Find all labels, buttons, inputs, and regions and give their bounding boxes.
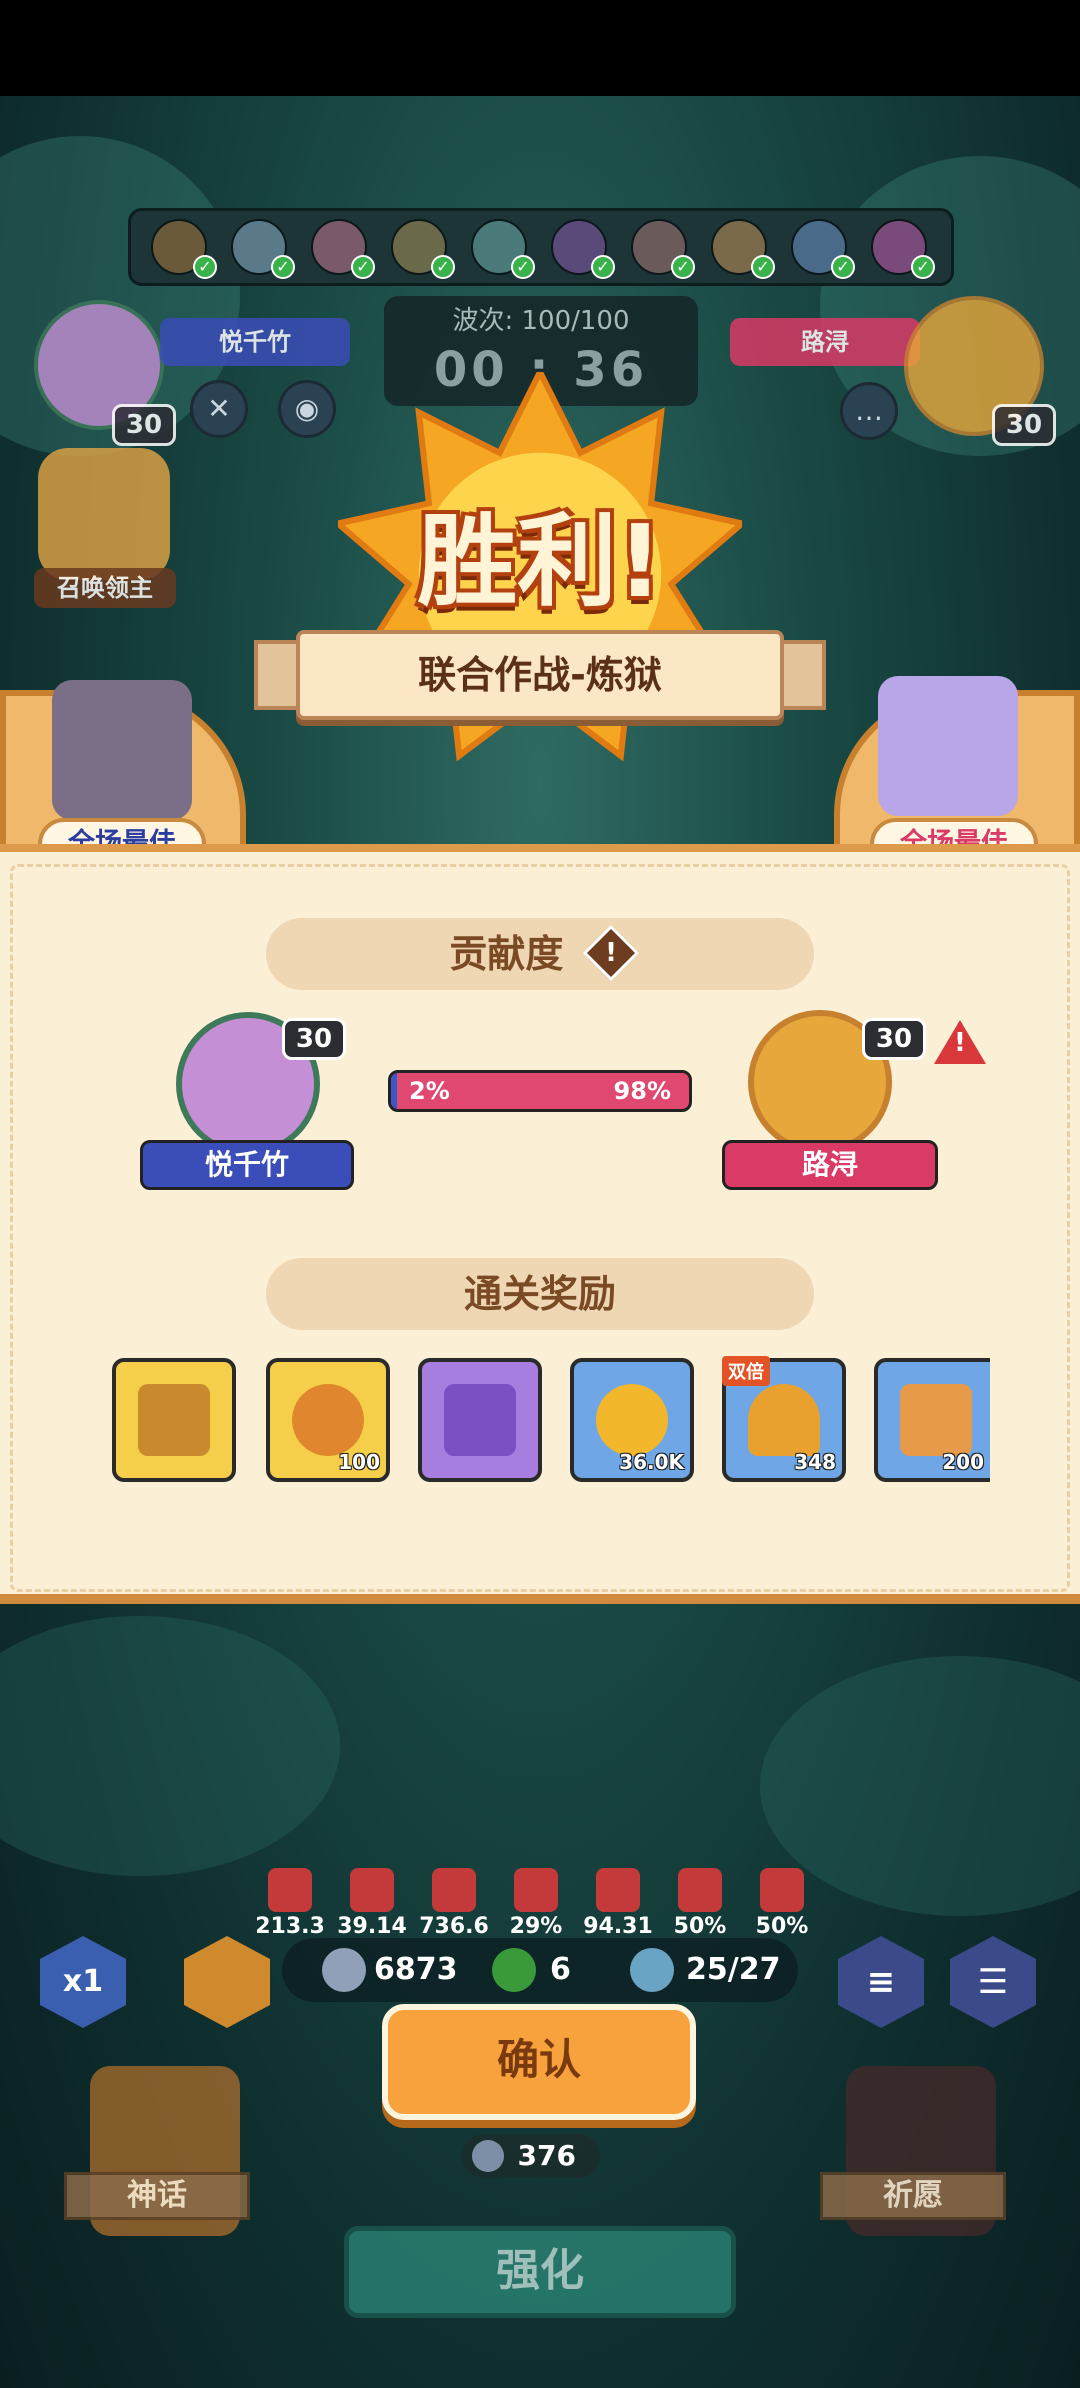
wing-icon [350, 1868, 394, 1912]
check-icon: ✓ [671, 255, 695, 279]
stat-crit-damage: 736.6 [418, 1868, 490, 1939]
confirm-button[interactable]: 确认 [382, 2004, 696, 2120]
reward-item[interactable]: 100 [266, 1358, 390, 1482]
unit-count-icon [630, 1948, 674, 1992]
stat-attack-speed: 39.14 [336, 1868, 408, 1939]
player-left-name: 悦千竹 [160, 318, 350, 366]
rewards-heading: 通关奖励 [266, 1258, 814, 1330]
gold-chest-icon [138, 1384, 210, 1456]
reward-quantity: 36.0K [619, 1450, 684, 1474]
reward-item[interactable] [112, 1358, 236, 1482]
contribution-bar: 2% 98% [388, 1070, 692, 1112]
stat-crit-rate: 50% [664, 1868, 736, 1939]
mode-name: 联合作战-炼狱 [418, 653, 662, 697]
reward-item[interactable]: 双倍 348 [722, 1356, 846, 1482]
info-diamond-icon[interactable]: ! [582, 924, 639, 981]
stat-cooldown: 29% [500, 1868, 572, 1939]
reward-item[interactable]: 200 [874, 1358, 990, 1482]
trophy-icon [748, 1384, 820, 1456]
contribution-heading-text: 贡献度 [449, 932, 564, 976]
game-screen: ✓ ✓ ✓ ✓ ✓ ✓ ✓ ✓ ✓ ✓ 30 悦千竹 ✕ ◉ 波次: 100/1… [0, 0, 1080, 2388]
check-icon: ✓ [193, 255, 217, 279]
contribution-right-level: 30 [862, 1018, 926, 1060]
check-icon: ✓ [751, 255, 775, 279]
silver-amount: 6873 [374, 1952, 458, 1987]
swirl-icon [760, 1868, 804, 1912]
strengthen-button[interactable]: 强化 [344, 2226, 736, 2318]
purple-chest-icon [444, 1384, 516, 1456]
summon-lord-label: 召唤领主 [34, 568, 176, 608]
mute-mic-icon[interactable]: ✕ [190, 380, 248, 438]
wave-counter: 波次: 100/100 [452, 306, 630, 336]
reward-item[interactable] [418, 1358, 542, 1482]
spark-icon [596, 1868, 640, 1912]
check-icon: ✓ [351, 255, 375, 279]
mvp-left-hero [52, 680, 192, 820]
chat-bubble-icon[interactable]: … [840, 382, 898, 440]
stat-attack: 213.3 [254, 1868, 326, 1939]
reward-quantity: 100 [338, 1450, 380, 1474]
fist-icon [268, 1868, 312, 1912]
victory-title: 胜利! [417, 503, 663, 620]
double-badge: 双倍 [722, 1356, 770, 1386]
contribution-left-percent: 2% [409, 1077, 450, 1105]
myth-label: 神话 [64, 2172, 250, 2220]
warning-triangle-icon[interactable]: ! [934, 1020, 986, 1064]
contribution-right-percent: 98% [613, 1077, 671, 1105]
player-right-level: 30 [992, 404, 1056, 446]
reward-quantity: 200 [942, 1450, 984, 1474]
check-icon: ✓ [591, 255, 615, 279]
cookie-icon [900, 1384, 972, 1456]
unit-count: 25/27 [686, 1952, 781, 1987]
status-bar [0, 0, 1080, 96]
resource-bar: 6873 6 25/27 [282, 1938, 798, 2002]
claw-icon [678, 1868, 722, 1912]
silver-coin-icon [322, 1948, 366, 1992]
summon-cost: 376 [462, 2134, 600, 2178]
clover-icon [492, 1948, 536, 1992]
check-icon: ✓ [831, 255, 855, 279]
mute-voice-icon[interactable]: ◉ [278, 380, 336, 438]
contribution-left-level: 30 [282, 1018, 346, 1060]
unit-roster-strip: ✓ ✓ ✓ ✓ ✓ ✓ ✓ ✓ ✓ ✓ [128, 208, 954, 286]
stopwatch-icon [514, 1868, 558, 1912]
background-foliage [0, 1616, 340, 1876]
pray-label: 祈愿 [820, 2172, 1006, 2220]
check-icon: ✓ [271, 255, 295, 279]
check-icon: ✓ [911, 255, 935, 279]
burst-icon [432, 1868, 476, 1912]
mode-ribbon: 联合作战-炼狱 [296, 630, 784, 720]
clover-amount: 6 [550, 1952, 571, 1987]
stat-mana: 94.31 [582, 1868, 654, 1939]
player-left-level: 30 [112, 404, 176, 446]
key-icon [292, 1384, 364, 1456]
silver-coin-icon [472, 2140, 504, 2172]
contribution-heading: 贡献度 ! [266, 918, 814, 990]
summon-lord-icon[interactable] [38, 448, 170, 580]
reward-quantity: 348 [794, 1450, 836, 1474]
check-icon: ✓ [511, 255, 535, 279]
stat-dodge: 50% [746, 1868, 818, 1939]
gold-coin-icon [596, 1384, 668, 1456]
contribution-left-name: 悦千竹 [140, 1140, 354, 1190]
check-icon: ✓ [431, 255, 455, 279]
contribution-bar-left-fill [391, 1073, 397, 1109]
reward-item[interactable]: 36.0K [570, 1358, 694, 1482]
player-right-name: 路浔 [730, 318, 920, 366]
mvp-right-hero [878, 676, 1018, 816]
contribution-right-name: 路浔 [722, 1140, 938, 1190]
